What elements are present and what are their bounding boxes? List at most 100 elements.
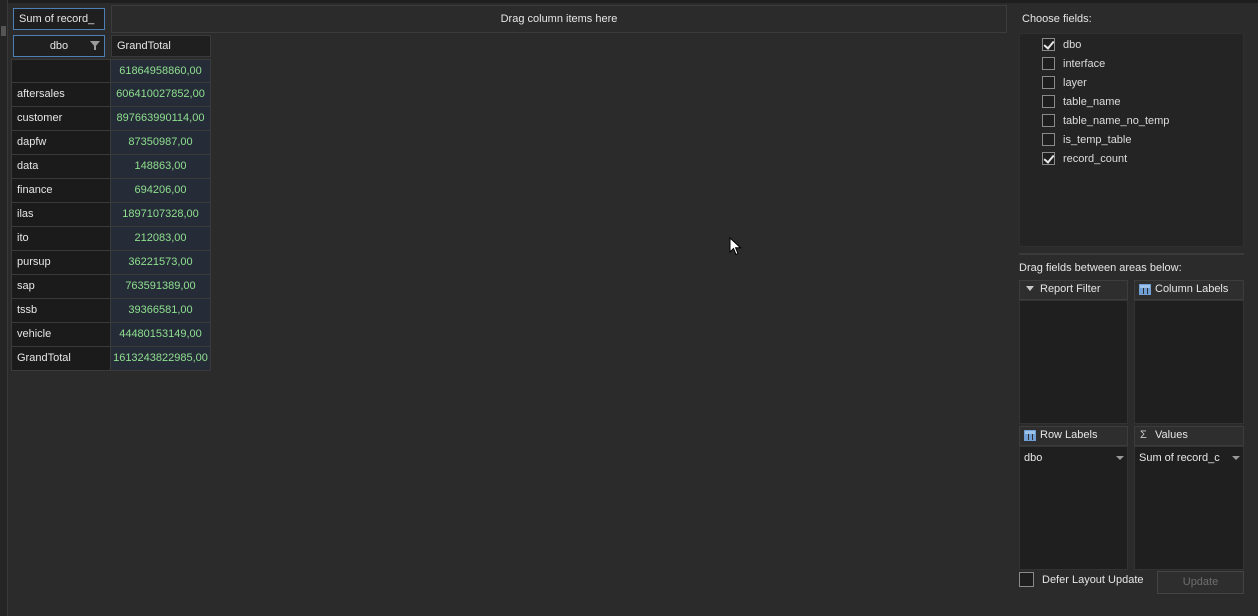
field-label: dbo <box>1063 38 1082 51</box>
defer-layout-label: Defer Layout Update <box>1042 573 1144 586</box>
column-drop-area[interactable]: Drag column items here <box>111 5 1007 33</box>
splitter[interactable] <box>1019 253 1244 255</box>
chevron-down-icon[interactable] <box>1116 456 1124 460</box>
row-field-label: dbo <box>49 40 69 52</box>
field-checkbox[interactable] <box>1042 114 1055 127</box>
column-labels-drop-zone[interactable] <box>1134 300 1244 424</box>
row-label-cell[interactable]: aftersales <box>11 83 111 107</box>
row-label-cell[interactable]: data <box>11 155 111 179</box>
scroll-arrow-icon[interactable] <box>1 26 6 36</box>
value-cell[interactable]: 87350987,00 <box>111 131 211 155</box>
field-label: record_count <box>1063 152 1128 165</box>
filter-icon[interactable] <box>90 41 100 50</box>
table-row: sap 763591389,00 <box>11 275 211 299</box>
field-item-table-name-no-temp[interactable]: table_name_no_temp <box>1042 111 1169 130</box>
field-label: interface <box>1063 57 1106 70</box>
mouse-cursor-icon <box>729 237 742 256</box>
left-scroll-strip[interactable] <box>0 0 8 616</box>
field-list-box: dbo interface layer table_name table_name_no… <box>1019 33 1244 247</box>
row-label-cell[interactable] <box>11 59 111 83</box>
defer-layout-update[interactable]: Defer Layout Update <box>1019 572 1144 587</box>
value-cell[interactable]: 1897107328,00 <box>111 203 211 227</box>
pivot-table: 61864958860,00 aftersales 606410027852,00 c… <box>11 59 211 371</box>
row-field-header-dbo[interactable]: dbo <box>13 35 105 57</box>
value-cell[interactable]: 36221573,00 <box>111 251 211 275</box>
grid-columns-icon <box>1139 284 1151 295</box>
row-label-cell[interactable]: ito <box>11 227 111 251</box>
values-area[interactable]: Σ Values Sum of record_c <box>1134 426 1244 570</box>
field-checkbox[interactable] <box>1042 95 1055 108</box>
value-cell[interactable]: 1613243822985,00 <box>111 347 211 371</box>
row-label-cell[interactable]: finance <box>11 179 111 203</box>
value-cell[interactable]: 212083,00 <box>111 227 211 251</box>
row-label-cell[interactable]: customer <box>11 107 111 131</box>
column-labels-header: Column Labels <box>1134 280 1244 300</box>
data-field-button[interactable]: Sum of record_ <box>13 8 105 30</box>
value-cell[interactable]: 763591389,00 <box>111 275 211 299</box>
table-row: tssb 39366581,00 <box>11 299 211 323</box>
values-drop-zone[interactable]: Sum of record_c <box>1134 446 1244 570</box>
row-label-cell[interactable]: dapfw <box>11 131 111 155</box>
table-row: GrandTotal 1613243822985,00 <box>11 347 211 371</box>
value-cell[interactable]: 606410027852,00 <box>111 83 211 107</box>
field-label: is_temp_table <box>1063 133 1132 146</box>
row-labels-header: Row Labels <box>1019 426 1128 446</box>
field-item-table-name[interactable]: table_name <box>1042 92 1121 111</box>
funnel-icon <box>1026 286 1034 291</box>
update-button[interactable]: Update <box>1157 571 1244 594</box>
row-label-cell[interactable]: pursup <box>11 251 111 275</box>
column-labels-area[interactable]: Column Labels <box>1134 280 1244 424</box>
value-cell[interactable]: 148863,00 <box>111 155 211 179</box>
value-cell[interactable]: 44480153149,00 <box>111 323 211 347</box>
column-labels-title: Column Labels <box>1155 283 1229 295</box>
row-label-cell[interactable]: GrandTotal <box>11 347 111 371</box>
row-labels-area[interactable]: Row Labels dbo <box>1019 426 1128 570</box>
chevron-down-icon[interactable] <box>1232 456 1240 460</box>
field-label: table_name <box>1063 95 1121 108</box>
table-row: finance 694206,00 <box>11 179 211 203</box>
values-header: Σ Values <box>1134 426 1244 446</box>
row-labels-drop-zone[interactable]: dbo <box>1019 446 1128 570</box>
grid-rows-icon <box>1024 430 1036 441</box>
row-labels-title: Row Labels <box>1040 429 1098 441</box>
report-filter-area[interactable]: Report Filter <box>1019 280 1128 424</box>
row-field-chip-dbo[interactable]: dbo <box>1023 449 1127 467</box>
top-border <box>0 0 1258 3</box>
value-field-chip-label: Sum of record_c <box>1139 452 1220 464</box>
table-row: aftersales 606410027852,00 <box>11 83 211 107</box>
field-checkbox[interactable] <box>1042 133 1055 146</box>
field-item-dbo[interactable]: dbo <box>1042 35 1081 54</box>
value-cell[interactable]: 39366581,00 <box>111 299 211 323</box>
field-item-record-count[interactable]: record_count <box>1042 149 1127 168</box>
row-label-cell[interactable]: sap <box>11 275 111 299</box>
report-filter-drop-zone[interactable] <box>1019 300 1128 424</box>
value-field-chip[interactable]: Sum of record_c <box>1138 449 1243 467</box>
value-cell[interactable]: 61864958860,00 <box>111 59 211 83</box>
table-row: ilas 1897107328,00 <box>11 203 211 227</box>
table-row: vehicle 44480153149,00 <box>11 323 211 347</box>
field-item-layer[interactable]: layer <box>1042 73 1087 92</box>
table-row: dapfw 87350987,00 <box>11 131 211 155</box>
row-label-cell[interactable]: vehicle <box>11 323 111 347</box>
defer-layout-checkbox[interactable] <box>1019 572 1034 587</box>
field-checkbox[interactable] <box>1042 57 1055 70</box>
value-cell[interactable]: 897663990114,00 <box>111 107 211 131</box>
grand-total-header: GrandTotal <box>111 35 211 57</box>
table-row: ito 212083,00 <box>11 227 211 251</box>
row-field-chip-label: dbo <box>1024 452 1043 464</box>
report-filter-title: Report Filter <box>1040 283 1101 295</box>
field-label: table_name_no_temp <box>1063 114 1170 127</box>
drag-fields-hint: Drag fields between areas below: <box>1019 262 1182 274</box>
row-label-cell[interactable]: tssb <box>11 299 111 323</box>
table-row: 61864958860,00 <box>11 59 211 83</box>
value-cell[interactable]: 694206,00 <box>111 179 211 203</box>
report-filter-header: Report Filter <box>1019 280 1128 300</box>
field-checkbox[interactable] <box>1042 152 1055 165</box>
field-item-interface[interactable]: interface <box>1042 54 1105 73</box>
field-item-is-temp-table[interactable]: is_temp_table <box>1042 130 1132 149</box>
sigma-icon: Σ <box>1140 429 1147 441</box>
table-row: data 148863,00 <box>11 155 211 179</box>
field-checkbox[interactable] <box>1042 76 1055 89</box>
field-checkbox[interactable] <box>1042 38 1055 51</box>
row-label-cell[interactable]: ilas <box>11 203 111 227</box>
